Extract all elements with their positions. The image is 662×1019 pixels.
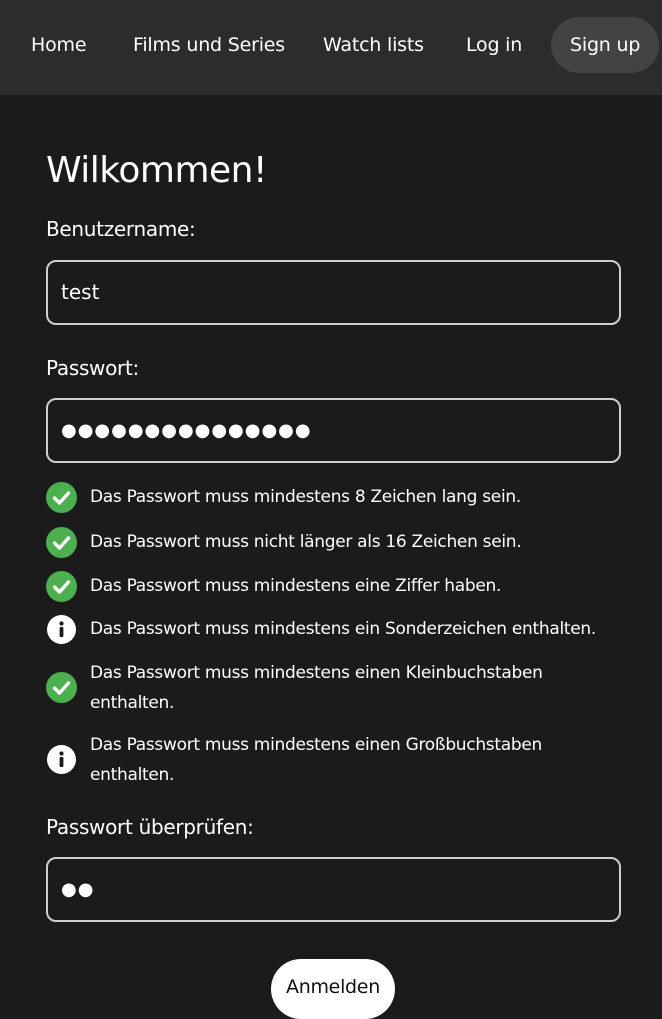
password-input[interactable]: ●●●●●●●●●●●●●●●: [46, 398, 621, 463]
check-circle-icon: [46, 672, 77, 703]
password-rule-text: Das Passwort muss mindestens 8 Zeichen l…: [90, 487, 521, 507]
confirm-password-label: Passwort überprüfen:: [46, 815, 254, 839]
nav-home-link[interactable]: Home: [12, 17, 105, 73]
password-label: Passwort:: [46, 356, 139, 380]
nav-signup-link[interactable]: Sign up: [551, 17, 660, 73]
submit-button[interactable]: Anmelden: [271, 959, 395, 1019]
navbar: Home Films und Series Watch lists Log in…: [0, 0, 662, 95]
check-circle-icon: [46, 527, 77, 558]
confirm-password-input[interactable]: ●●: [46, 857, 621, 922]
info-circle-icon: [47, 745, 76, 774]
password-rule-text: Das Passwort muss mindestens ein Sonderz…: [90, 619, 596, 639]
password-rule-text: Das Passwort muss mindestens eine Ziffer…: [90, 576, 502, 596]
page-title: Wilkommen!: [46, 150, 267, 191]
nav-films-link[interactable]: Films und Series: [114, 17, 304, 73]
password-rule-text: Das Passwort muss nicht länger als 16 Ze…: [90, 532, 522, 552]
check-circle-icon: [46, 482, 77, 513]
username-input[interactable]: test: [46, 260, 621, 325]
info-circle-icon: [47, 615, 76, 644]
password-rule-text: Das Passwort muss mindestens einen Großb…: [90, 735, 542, 785]
password-rule-text: Das Passwort muss mindestens einen Klein…: [90, 663, 543, 713]
nav-watchlists-link[interactable]: Watch lists: [304, 17, 443, 73]
nav-login-link[interactable]: Log in: [447, 17, 541, 73]
check-circle-icon: [46, 571, 77, 602]
username-label: Benutzername:: [46, 217, 196, 241]
